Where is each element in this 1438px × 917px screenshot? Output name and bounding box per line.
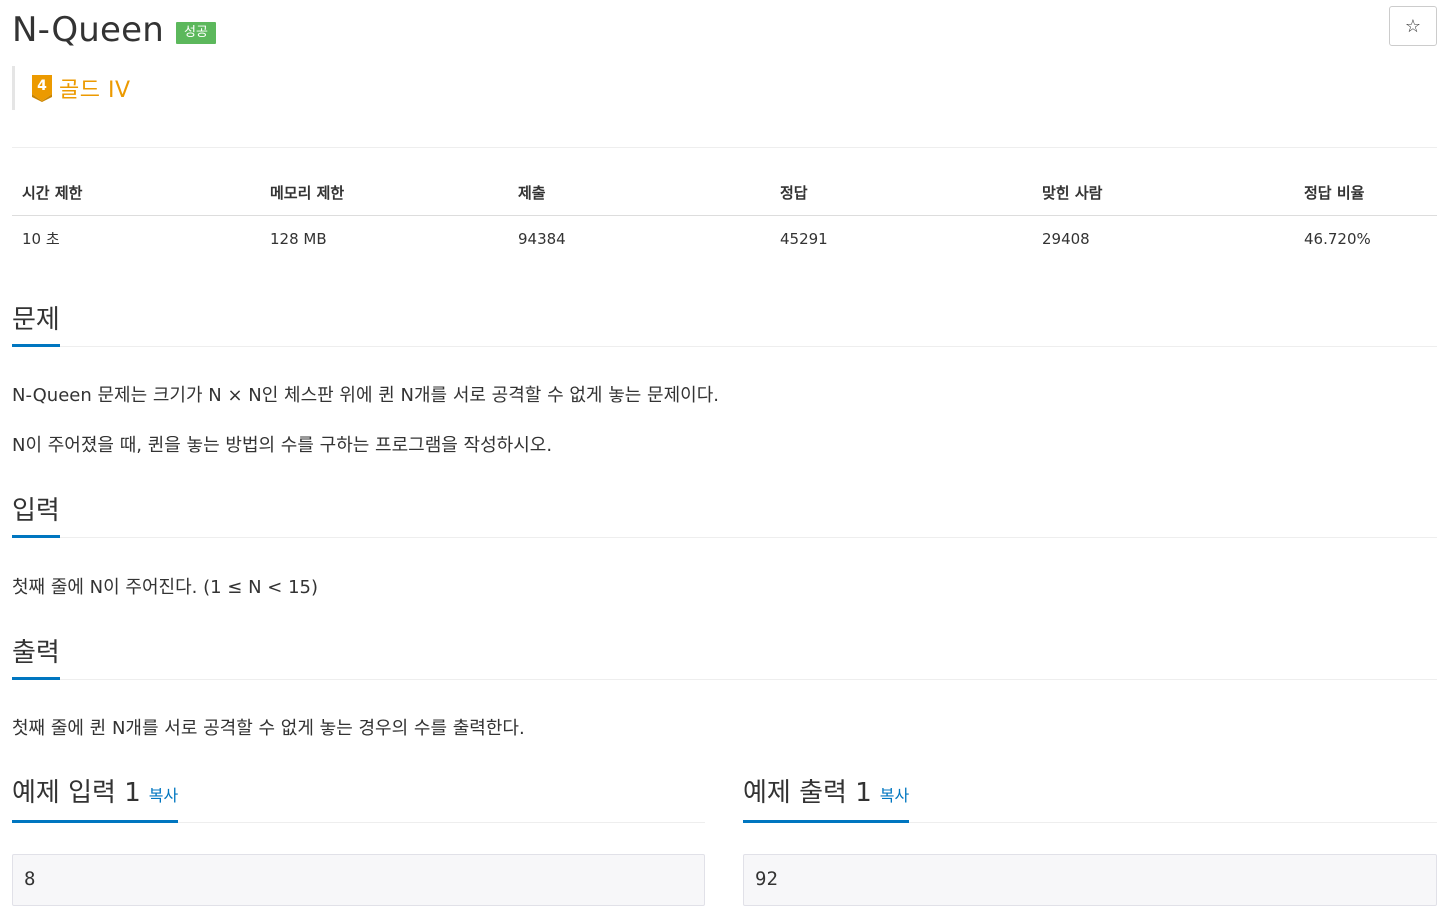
- description-heading: 문제: [12, 304, 60, 347]
- description-paragraph-1: N-Queen 문제는 크기가 N × N인 체스판 위에 퀸 N개를 서로 공…: [12, 385, 720, 406]
- input-description: 첫째 줄에 N이 주어진다. (1 ≤ N < 15): [12, 577, 319, 598]
- sample-input-title: 예제 입력 1: [12, 778, 141, 808]
- sample-output-box[interactable]: 92: [743, 854, 1437, 906]
- header-submissions: 제출: [508, 174, 770, 216]
- tier-number: 4: [37, 78, 47, 94]
- table-row: 10 초 128 MB 94384 45291 29408 46.720%: [12, 216, 1437, 262]
- header-accept-ratio: 정답 비율: [1294, 174, 1437, 216]
- output-heading: 출력: [12, 637, 60, 680]
- sample-input-header: 예제 입력 1 복사: [12, 774, 705, 823]
- favorite-button[interactable]: ☆: [1389, 6, 1437, 46]
- sample-input-copy-button[interactable]: 복사: [149, 786, 178, 805]
- table-header-row: 시간 제한 메모리 제한 제출 정답 맞힌 사람 정답 비율: [12, 174, 1437, 216]
- description-paragraph-2: N이 주어졌을 때, 퀸을 놓는 방법의 수를 구하는 프로그램을 작성하시오.: [12, 435, 553, 456]
- input-header: 입력: [12, 489, 1437, 538]
- header-solvers: 맞힌 사람: [1032, 174, 1294, 216]
- memory-limit-value: 128 MB: [270, 229, 327, 248]
- problem-page: N-Queen 성공 ☆ 4 골드 IV 시간 제한 메모리 제한 제출 정답 …: [0, 0, 1438, 917]
- sample-output-heading: 예제 출력 1 복사: [743, 777, 910, 823]
- time-limit-value: 10 초: [22, 230, 60, 248]
- description-header: 문제: [12, 298, 1437, 347]
- status-badge: 성공: [176, 22, 216, 44]
- sample-input-heading: 예제 입력 1 복사: [12, 777, 179, 823]
- submissions-value: 94384: [518, 229, 566, 248]
- star-outline-icon: ☆: [1404, 15, 1422, 37]
- accepted-value: 45291: [780, 229, 828, 248]
- sample-output-copy-button[interactable]: 복사: [880, 786, 909, 805]
- tier-label[interactable]: 골드 IV: [59, 72, 131, 104]
- gold-tier-icon: 4: [31, 74, 53, 102]
- sample-output-title: 예제 출력 1: [743, 778, 872, 808]
- sample-input-box[interactable]: 8: [12, 854, 705, 906]
- problem-info-table: 시간 제한 메모리 제한 제출 정답 맞힌 사람 정답 비율 10 초 128 …: [12, 174, 1437, 261]
- sample-output-header: 예제 출력 1 복사: [743, 774, 1437, 823]
- output-description: 첫째 줄에 퀸 N개를 서로 공격할 수 없게 놓는 경우의 수를 출력한다.: [12, 718, 525, 739]
- accept-ratio-value: 46.720%: [1304, 229, 1371, 248]
- input-heading: 입력: [12, 495, 60, 538]
- problem-title: N-Queen: [12, 10, 165, 50]
- header-time-limit: 시간 제한: [12, 174, 260, 216]
- divider: [12, 147, 1437, 148]
- output-header: 출력: [12, 631, 1437, 680]
- tier-row: 4 골드 IV: [12, 66, 131, 110]
- header-memory-limit: 메모리 제한: [260, 174, 508, 216]
- solvers-value: 29408: [1042, 229, 1090, 248]
- header-accepted: 정답: [770, 174, 1032, 216]
- title-row: N-Queen 성공: [12, 8, 216, 52]
